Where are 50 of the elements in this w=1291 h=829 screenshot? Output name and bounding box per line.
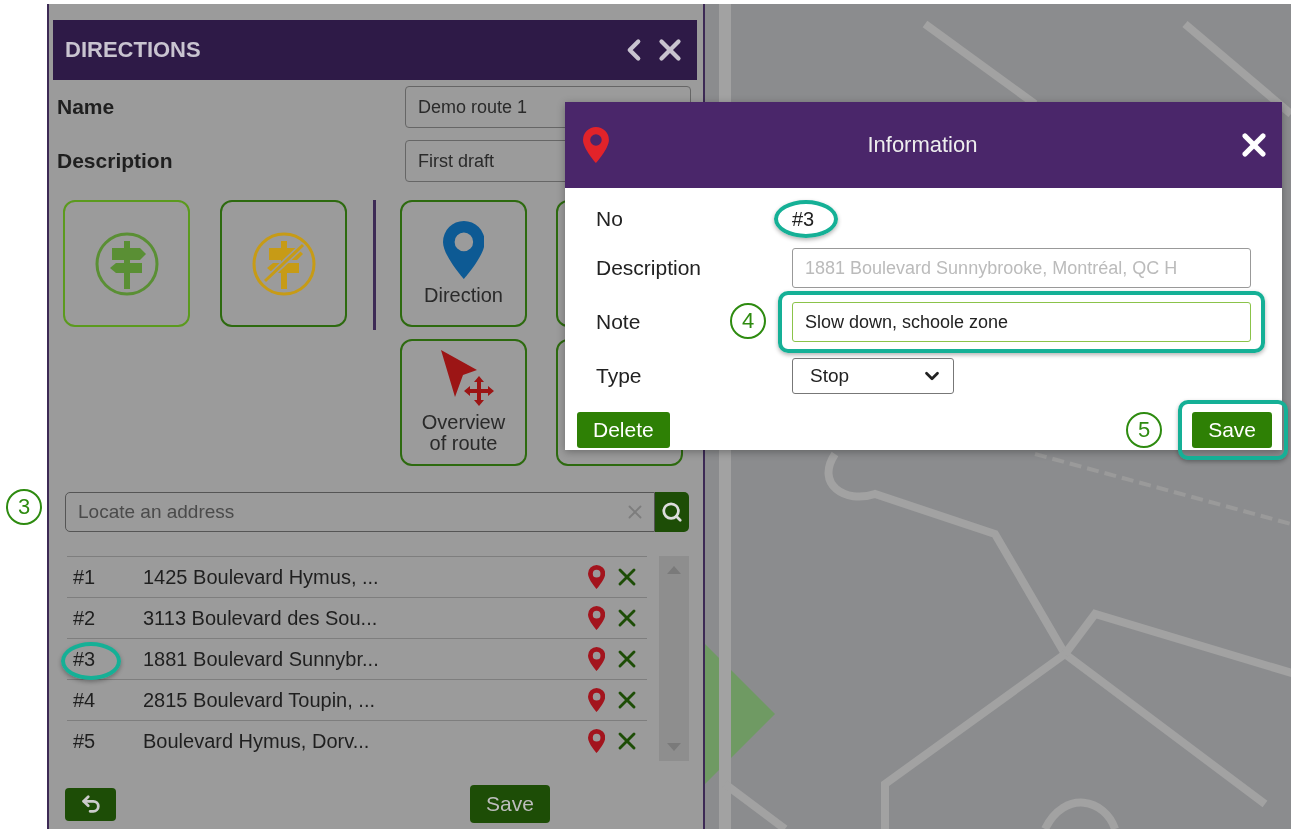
step-number: 5: [1126, 412, 1163, 448]
stop-number: #2: [73, 606, 97, 630]
stop-address: 1881 Boulevard Sunnybr...: [143, 647, 380, 671]
stop-row[interactable]: #1 1425 Boulevard Hymus, ...: [67, 556, 647, 597]
tool-button[interactable]: Overview of route: [400, 338, 527, 466]
stop-number: #5: [73, 729, 97, 753]
search-button[interactable]: [655, 492, 689, 532]
undo-icon: [79, 793, 102, 815]
delete-button[interactable]: Delete: [577, 412, 670, 448]
panel-title: DIRECTIONS: [65, 37, 201, 63]
type-select[interactable]: Stop: [792, 358, 954, 394]
save-button[interactable]: Save: [470, 785, 550, 823]
search-icon: [661, 501, 683, 523]
dialog-title: Information: [867, 132, 978, 158]
stop-number: #3: [792, 207, 815, 231]
stop-number: #4: [73, 688, 97, 712]
tool-button[interactable]: [220, 200, 347, 327]
pin-icon: [587, 647, 605, 671]
stop-number: #3: [73, 647, 143, 671]
stop-row[interactable]: #5 Boulevard Hymus, Dorv...: [67, 720, 647, 761]
no-signpost-icon: [250, 230, 317, 297]
step-number: 4: [730, 303, 766, 339]
stop-address: 1425 Boulevard Hymus, ...: [143, 565, 380, 589]
pin-icon: [587, 688, 605, 712]
stop-row[interactable]: #4 2815 Boulevard Toupin, ...: [67, 679, 647, 720]
tool-button[interactable]: Direction: [400, 200, 527, 327]
stop-address: Boulevard Hymus, Dorv...: [143, 729, 371, 753]
pin-icon: [587, 729, 605, 753]
search-bar[interactable]: Locate an address: [65, 492, 655, 532]
field-label: Description: [596, 256, 702, 280]
pin-icon: [587, 606, 605, 630]
step-number: 3: [6, 489, 42, 525]
field-label: Name: [57, 95, 115, 119]
field-label: Note: [596, 310, 641, 334]
stop-row[interactable]: #3 1881 Boulevard Sunnybr...: [67, 638, 647, 679]
note-field[interactable]: Slow down, schoole zone: [792, 302, 1251, 342]
field-label: Description: [57, 149, 173, 173]
search-field[interactable]: Locate an address: [76, 500, 624, 524]
location-pin-icon: [442, 221, 485, 279]
pin-icon: [583, 127, 609, 163]
signpost-icon: [93, 230, 160, 297]
undo-button[interactable]: [65, 787, 116, 821]
stop-address: 2815 Boulevard Toupin, ...: [143, 688, 377, 712]
stop-row[interactable]: #2 3113 Boulevard des Sou...: [67, 597, 647, 638]
stop-number: #1: [73, 565, 97, 589]
stop-address: 3113 Boulevard des Sou...: [143, 606, 379, 630]
save-button[interactable]: Save: [1192, 412, 1272, 448]
pin-icon: [587, 565, 605, 589]
field-label: Type: [596, 364, 642, 388]
field-label: No: [596, 207, 623, 231]
